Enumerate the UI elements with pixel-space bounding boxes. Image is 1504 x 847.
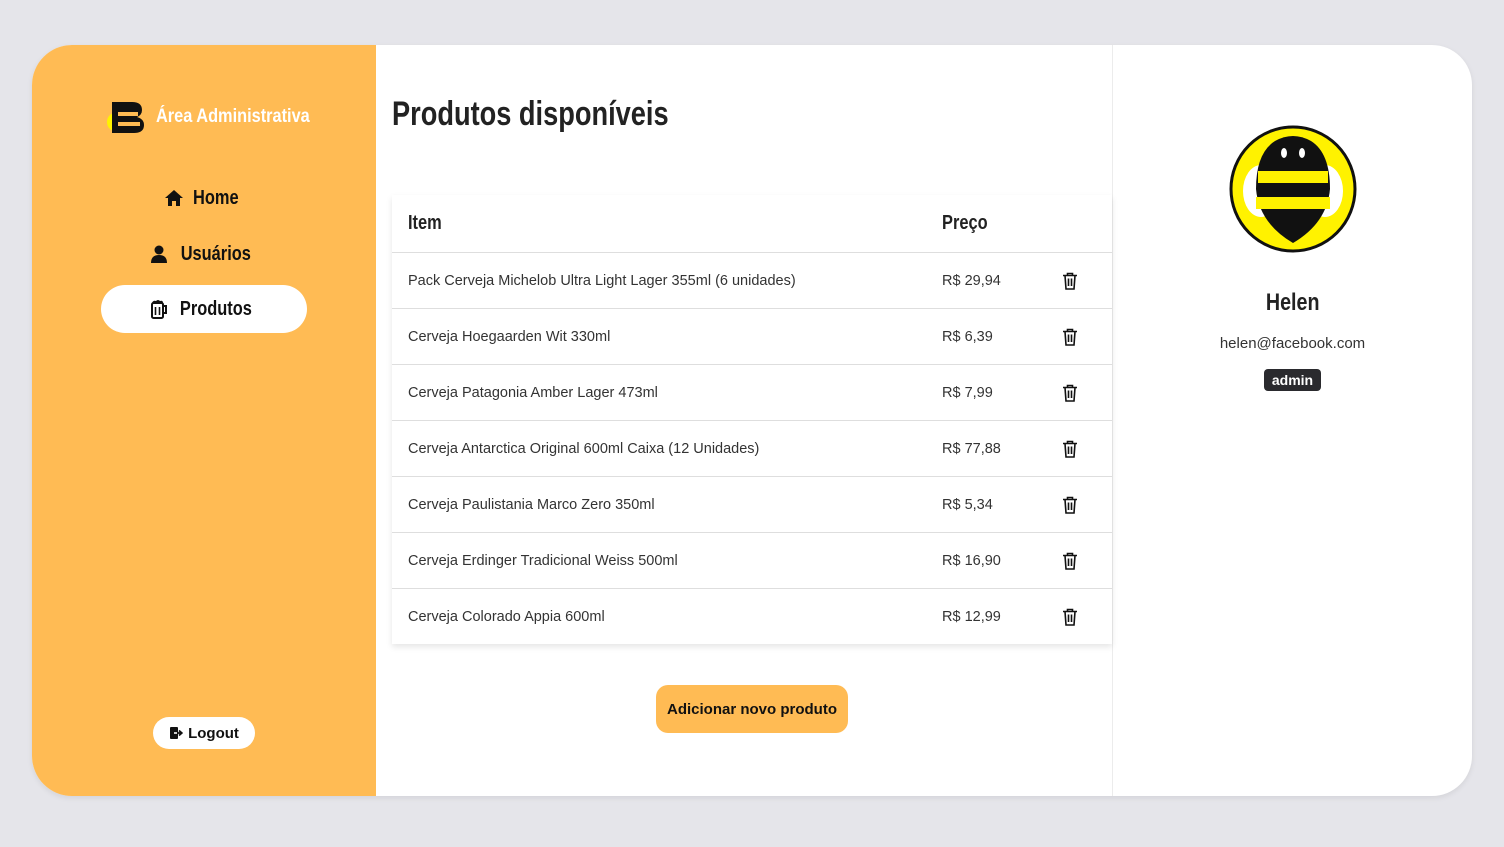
table-row: Cerveja Hoegaarden Wit 330ml R$ 6,39 (392, 308, 1112, 364)
sidebar-item-label: Produtos (180, 297, 252, 320)
logout-button[interactable]: Logout (153, 717, 255, 749)
product-name: Cerveja Antarctica Original 600ml Caixa … (408, 440, 760, 457)
table-row: Cerveja Paulistania Marco Zero 350ml R$ … (392, 476, 1112, 532)
trash-icon[interactable] (1060, 383, 1080, 403)
product-name: Pack Cerveja Michelob Ultra Light Lager … (408, 272, 796, 289)
trash-icon[interactable] (1060, 551, 1080, 571)
add-product-button[interactable]: Adicionar novo produto (656, 685, 848, 733)
profile-role-wrap: admin (1113, 369, 1472, 391)
product-price: R$ 5,34 (942, 496, 993, 513)
logout-icon (169, 726, 184, 740)
trash-icon[interactable] (1060, 495, 1080, 515)
product-price: R$ 6,39 (942, 328, 993, 345)
profile-name: Helen (1113, 289, 1472, 317)
column-header-price: Preço (942, 212, 988, 234)
table-row: Pack Cerveja Michelob Ultra Light Lager … (392, 252, 1112, 308)
profile-panel: Helen helen@facebook.com admin (1113, 45, 1472, 796)
product-price: R$ 7,99 (942, 384, 993, 401)
sidebar-item-produtos[interactable]: Produtos (101, 285, 307, 333)
product-name: Cerveja Hoegaarden Wit 330ml (408, 328, 611, 345)
sidebar: Área Administrativa Home Usuários Produt… (32, 45, 376, 796)
trash-icon[interactable] (1060, 327, 1080, 347)
sidebar-item-home[interactable]: Home (101, 174, 307, 222)
product-name: Cerveja Erdinger Tradicional Weiss 500ml (408, 552, 678, 569)
product-price: R$ 12,99 (942, 608, 1001, 625)
bee-b-logo-icon (107, 102, 144, 133)
bee-avatar-icon (1229, 125, 1357, 253)
table-row: Cerveja Patagonia Amber Lager 473ml R$ 7… (392, 364, 1112, 420)
product-price: R$ 16,90 (942, 552, 1001, 569)
trash-icon[interactable] (1060, 607, 1080, 627)
profile-email: helen@facebook.com (1219, 335, 1366, 352)
product-name: Cerveja Paulistania Marco Zero 350ml (408, 496, 655, 513)
brand-title: Área Administrativa (156, 106, 310, 127)
table-header: Item Preço (392, 195, 1112, 252)
profile-name-text: Helen (1265, 289, 1320, 316)
page-title: Produtos disponíveis (392, 95, 669, 133)
product-name: Cerveja Patagonia Amber Lager 473ml (408, 384, 658, 401)
sidebar-item-label: Usuários (180, 242, 252, 265)
table-row: Cerveja Antarctica Original 600ml Caixa … (392, 420, 1112, 476)
table-row: Cerveja Erdinger Tradicional Weiss 500ml… (392, 532, 1112, 588)
products-table: Item Preço Pack Cerveja Michelob Ultra L… (392, 195, 1112, 644)
logout-label: Logout (188, 724, 239, 742)
column-header-item: Item (408, 212, 442, 234)
role-badge: admin (1263, 369, 1322, 391)
table-row: Cerveja Colorado Appia 600ml R$ 12,99 (392, 588, 1112, 644)
product-price: R$ 77,88 (942, 440, 1001, 457)
user-icon (149, 244, 169, 264)
beer-mug-icon (148, 299, 168, 319)
sidebar-item-label: Home (193, 186, 239, 209)
brand: Área Administrativa (106, 100, 335, 134)
sidebar-item-usuarios[interactable]: Usuários (101, 230, 307, 278)
app-window: Área Administrativa Home Usuários Produt… (32, 45, 1472, 796)
trash-icon[interactable] (1060, 271, 1080, 291)
trash-icon[interactable] (1060, 439, 1080, 459)
main-content: Produtos disponíveis Item Preço Pack Cer… (376, 45, 1113, 796)
product-price: R$ 29,94 (942, 272, 1001, 289)
product-name: Cerveja Colorado Appia 600ml (408, 608, 605, 625)
home-icon (164, 188, 184, 208)
